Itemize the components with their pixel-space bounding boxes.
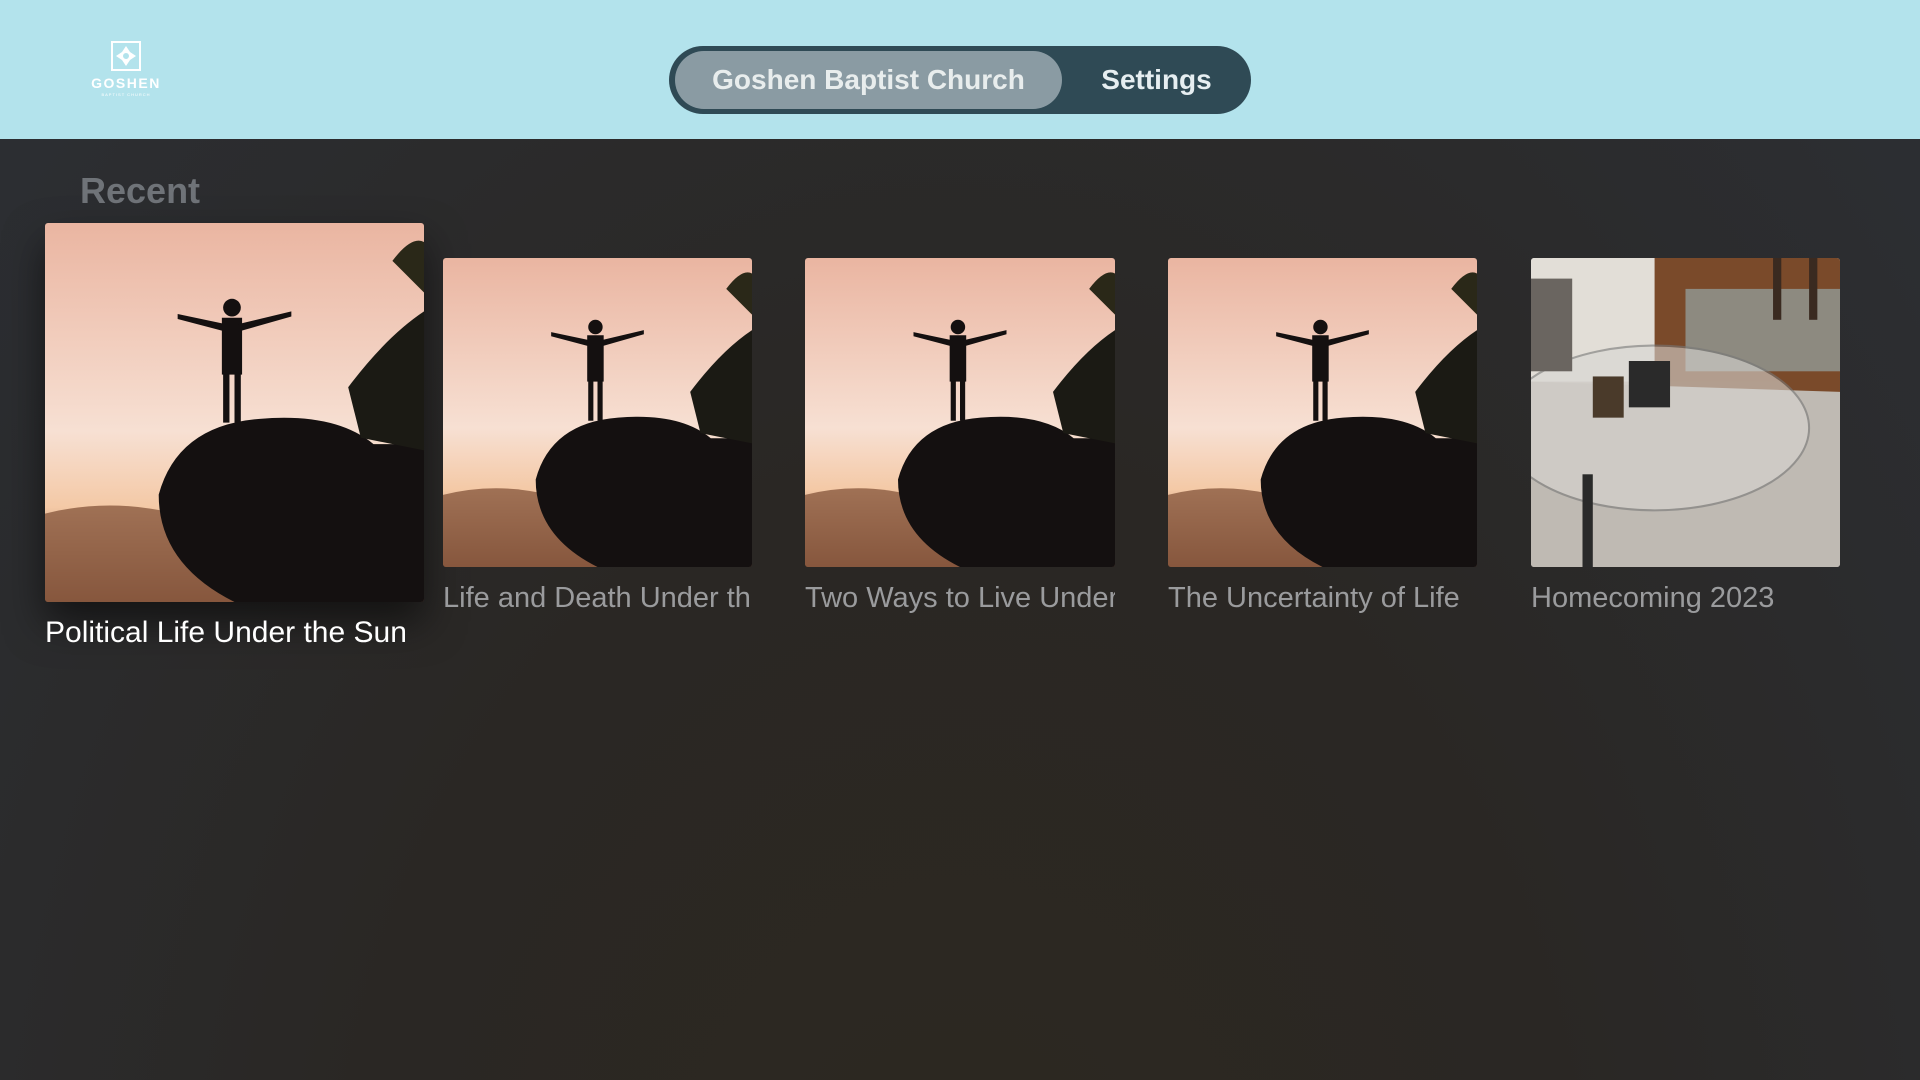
card-title: Political Life Under the Sun [45,616,407,649]
homecoming-thumbnail [1531,258,1840,567]
card-title: Two Ways to Live Under the Sun [805,582,1115,614]
logo-text: GOSHEN [91,75,161,91]
tab-settings[interactable]: Settings [1069,51,1244,109]
media-card[interactable]: The Uncertainty of Life [1168,258,1477,618]
section-title: Recent [80,170,201,211]
sermon-thumbnail [45,223,424,602]
sermon-thumbnail [443,258,752,567]
sermon-thumbnail [1168,258,1477,567]
logo-mark-icon [111,41,141,71]
media-card[interactable]: Homecoming 2023 [1531,258,1840,618]
sermon-thumbnail [805,258,1115,567]
top-bar: GOSHEN BAPTIST CHURCH Goshen Baptist Chu… [0,0,1920,139]
card-title: Homecoming 2023 [1531,582,1775,614]
goshen-logo: GOSHEN BAPTIST CHURCH [87,40,165,102]
tab-goshen-baptist-church[interactable]: Goshen Baptist Church [675,51,1062,109]
card-title: The Uncertainty of Life [1168,582,1460,614]
media-card[interactable]: Life and Death Under the Sun [443,258,752,618]
tab-bar: Goshen Baptist Church Settings [669,46,1251,114]
media-card[interactable]: Two Ways to Live Under the Sun [805,258,1115,618]
media-card[interactable]: Political Life Under the Sun [45,223,424,663]
logo-subtext: BAPTIST CHURCH [101,92,151,97]
card-title: Life and Death Under the Sun [443,582,752,614]
